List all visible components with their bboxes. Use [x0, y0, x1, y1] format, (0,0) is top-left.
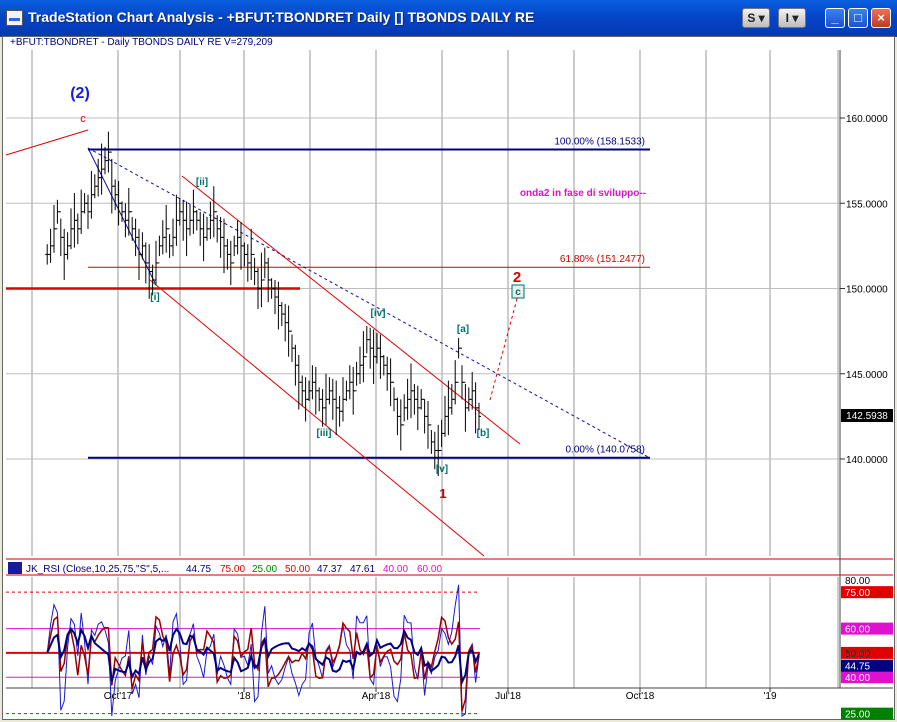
- rsi-level-label: 75.00: [845, 588, 870, 599]
- rsi-level-label: 25.00: [845, 710, 870, 721]
- rsi-header-value: 44.75: [186, 564, 211, 575]
- fib-0-label: 0.00% (140.0758): [565, 445, 645, 456]
- indicator-icon: [8, 562, 22, 574]
- x-tick-label: '18: [237, 691, 250, 702]
- wave-label: [i]: [150, 292, 159, 303]
- y-tick-label: 160.0000: [846, 114, 888, 125]
- x-tick-label: Oct'18: [626, 691, 655, 702]
- chart-svg: 160.0000 155.0000 150.0000 145.0000 140.0000…: [5, 37, 893, 722]
- wave-label: 2: [513, 269, 521, 286]
- fib-618-label: 61.80% (151.2477): [560, 254, 645, 265]
- x-tick-label: Jul'18: [495, 691, 521, 702]
- wave-label: [iv]: [371, 308, 386, 319]
- chart-header: +BFUT:TBONDRET - Daily TBONDS DAILY RE V…: [10, 37, 273, 48]
- y-tick-label: 140.0000: [846, 455, 888, 466]
- x-tick-label: Apr'18: [362, 691, 391, 702]
- rsi-header-value: 25.00: [252, 564, 277, 575]
- wave-label: c: [515, 287, 521, 298]
- rsi-y-tick-label: 50.00: [845, 649, 870, 660]
- rsi-y-tick-label: 80.00: [845, 576, 870, 587]
- wave-label: [ii]: [196, 177, 208, 188]
- wave-label: 1: [439, 486, 446, 501]
- wave-label: c: [80, 113, 86, 125]
- rsi-header: JK_RSI (Close,10,25,75,"S",5,...: [26, 564, 169, 575]
- x-tick-label: Oct'17: [104, 691, 133, 702]
- wave-label: [v]: [436, 464, 448, 475]
- price-panel: [6, 50, 840, 556]
- rsi-level-label: 60.00: [845, 625, 870, 636]
- fib-100-label: 100.00% (158.1533): [554, 136, 645, 147]
- wave-label: [iii]: [317, 428, 332, 439]
- x-tick-label: '19: [763, 691, 776, 702]
- rsi-header-value: 60.00: [417, 564, 442, 575]
- rsi-current-label: 44.75: [845, 662, 870, 673]
- last-price-label: 142.5938: [846, 411, 888, 422]
- rsi-header-value: 50.00: [285, 564, 310, 575]
- y-tick-label: 155.0000: [846, 199, 888, 210]
- y-tick-label: 150.0000: [846, 285, 888, 296]
- wave-label: onda2 in fase di sviluppo--: [520, 188, 646, 199]
- wave-label: [b]: [477, 428, 490, 439]
- wave-label: (2): [70, 85, 90, 102]
- rsi-header-value: 47.37: [317, 564, 342, 575]
- rsi-header-value: 40.00: [383, 564, 408, 575]
- rsi-level-label: 40.00: [845, 673, 870, 684]
- wave-label: [a]: [457, 324, 469, 335]
- rsi-header-value: 47.61: [350, 564, 375, 575]
- rsi-header-value: 75.00: [220, 564, 245, 575]
- y-tick-label: 145.0000: [846, 370, 888, 381]
